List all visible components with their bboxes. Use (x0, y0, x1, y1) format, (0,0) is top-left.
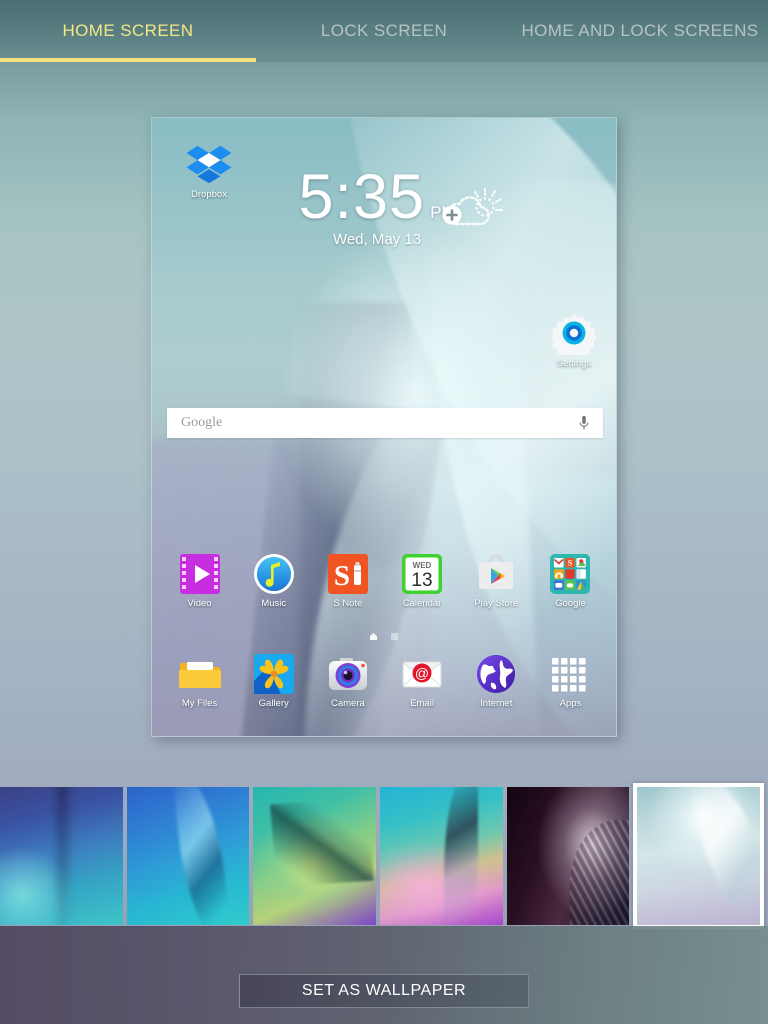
app-shortcut-dropbox-label: Dropbox (191, 189, 227, 200)
apps-grid-icon (552, 658, 586, 692)
video-player-icon (179, 554, 220, 594)
calendar-day-name: WED (413, 561, 432, 570)
calendar-icon: WED 13 (402, 554, 443, 594)
wallpaper-thumbnail-3[interactable] (253, 787, 377, 925)
app-shortcut-music[interactable]: Music (240, 553, 307, 609)
app-shortcut-my-files[interactable]: My Files (166, 653, 233, 709)
home-screen-preview[interactable]: Dropbox 5:35 PM Wed, May 13 Settings Goo… (151, 117, 617, 737)
app-shortcut-video[interactable]: Video (166, 553, 233, 609)
tab-home-screen[interactable]: HOME SCREEN (0, 0, 256, 62)
app-shortcut-email[interactable]: @ Email (389, 653, 456, 709)
folder-icon (178, 662, 221, 688)
wallpaper-center-glow (281, 229, 542, 563)
app-shortcut-camera-label: Camera (330, 698, 365, 709)
play-store-icon (479, 554, 514, 589)
email-icon: @ (402, 661, 442, 688)
camera-icon (328, 658, 367, 690)
google-folder-icon: S (550, 554, 591, 594)
app-shortcut-my-files-label: My Files (181, 698, 218, 709)
google-search-bar[interactable]: Google (167, 408, 603, 438)
clock-time: 5:35 (298, 162, 426, 232)
set-as-wallpaper-label: SET AS WALLPAPER (301, 982, 467, 999)
wallpaper-thumbnail-6-selected[interactable] (633, 783, 765, 929)
app-shortcut-music-label: Music (261, 598, 287, 609)
svg-text:S: S (568, 559, 573, 568)
app-shortcut-settings-label: Settings (556, 358, 592, 369)
app-drawer-button[interactable]: Apps (537, 653, 604, 709)
app-shortcut-internet[interactable]: Internet (463, 653, 530, 709)
add-weather-widget[interactable] (438, 186, 510, 236)
tab-home-and-lock-screens-label: HOME AND LOCK SCREENS (521, 21, 759, 40)
wallpaper-thumbnail-5[interactable] (506, 787, 630, 925)
page-dot-home[interactable] (370, 633, 377, 640)
microphone-icon[interactable] (577, 415, 591, 431)
wallpaper-thumbnail-strip[interactable] (0, 783, 768, 929)
wallpaper-picker-screen: HOME SCREEN LOCK SCREEN HOME AND LOCK SC… (0, 0, 768, 1024)
app-shortcut-dropbox[interactable]: Dropbox (178, 140, 240, 200)
tab-bar: HOME SCREEN LOCK SCREEN HOME AND LOCK SC… (0, 0, 768, 62)
active-tab-underline (0, 58, 256, 62)
app-shortcut-gallery[interactable]: Gallery (240, 653, 307, 709)
app-folder-google-label: Google (555, 598, 586, 609)
app-row-1: Video Music S S Note WED 13 Calendar Pla… (166, 553, 604, 609)
svg-text:@: @ (415, 665, 429, 681)
set-as-wallpaper-button[interactable]: SET AS WALLPAPER (239, 974, 529, 1008)
tab-home-screen-label: HOME SCREEN (62, 21, 194, 40)
s-note-icon: S (327, 554, 368, 594)
tab-home-and-lock-screens[interactable]: HOME AND LOCK SCREENS (512, 0, 768, 62)
app-shortcut-s-note-label: S Note (333, 598, 363, 609)
app-shortcut-email-label: Email (410, 698, 434, 709)
app-shortcut-calendar[interactable]: WED 13 Calendar (389, 553, 456, 609)
google-search-placeholder: Google (181, 415, 223, 430)
tab-lock-screen[interactable]: LOCK SCREEN (256, 0, 512, 62)
wallpaper-thumbnail-1[interactable] (0, 787, 123, 925)
music-note-icon (253, 554, 294, 594)
gallery-icon (253, 654, 294, 694)
app-shortcut-play-store[interactable]: Play Store (463, 553, 530, 609)
page-indicator (152, 633, 616, 640)
wallpaper-thumbnail-4[interactable] (380, 787, 503, 925)
app-shortcut-play-store-label: Play Store (474, 598, 519, 609)
calendar-day-number: 13 (411, 570, 432, 591)
wallpaper-thumbnail-2[interactable] (126, 787, 250, 925)
app-shortcut-s-note[interactable]: S S Note (314, 553, 381, 609)
dropbox-icon (186, 145, 232, 184)
add-weather-placeholder-icon (442, 188, 503, 226)
tab-lock-screen-label: LOCK SCREEN (320, 21, 448, 40)
app-shortcut-gallery-label: Gallery (258, 698, 289, 709)
app-row-2: My Files Gallery Camera @ Email Internet… (166, 653, 604, 709)
app-shortcut-camera[interactable]: Camera (314, 653, 381, 709)
page-dot-2[interactable] (391, 633, 398, 640)
app-drawer-button-label: Apps (559, 698, 582, 709)
globe-icon (477, 655, 516, 693)
app-shortcut-calendar-label: Calendar (402, 598, 442, 609)
svg-text:S: S (334, 560, 350, 592)
app-shortcut-internet-label: Internet (480, 698, 513, 709)
app-folder-google[interactable]: S Google (537, 553, 604, 609)
app-shortcut-video-label: Video (187, 598, 212, 609)
gear-icon (552, 313, 596, 355)
app-shortcut-settings[interactable]: Settings (543, 311, 605, 369)
